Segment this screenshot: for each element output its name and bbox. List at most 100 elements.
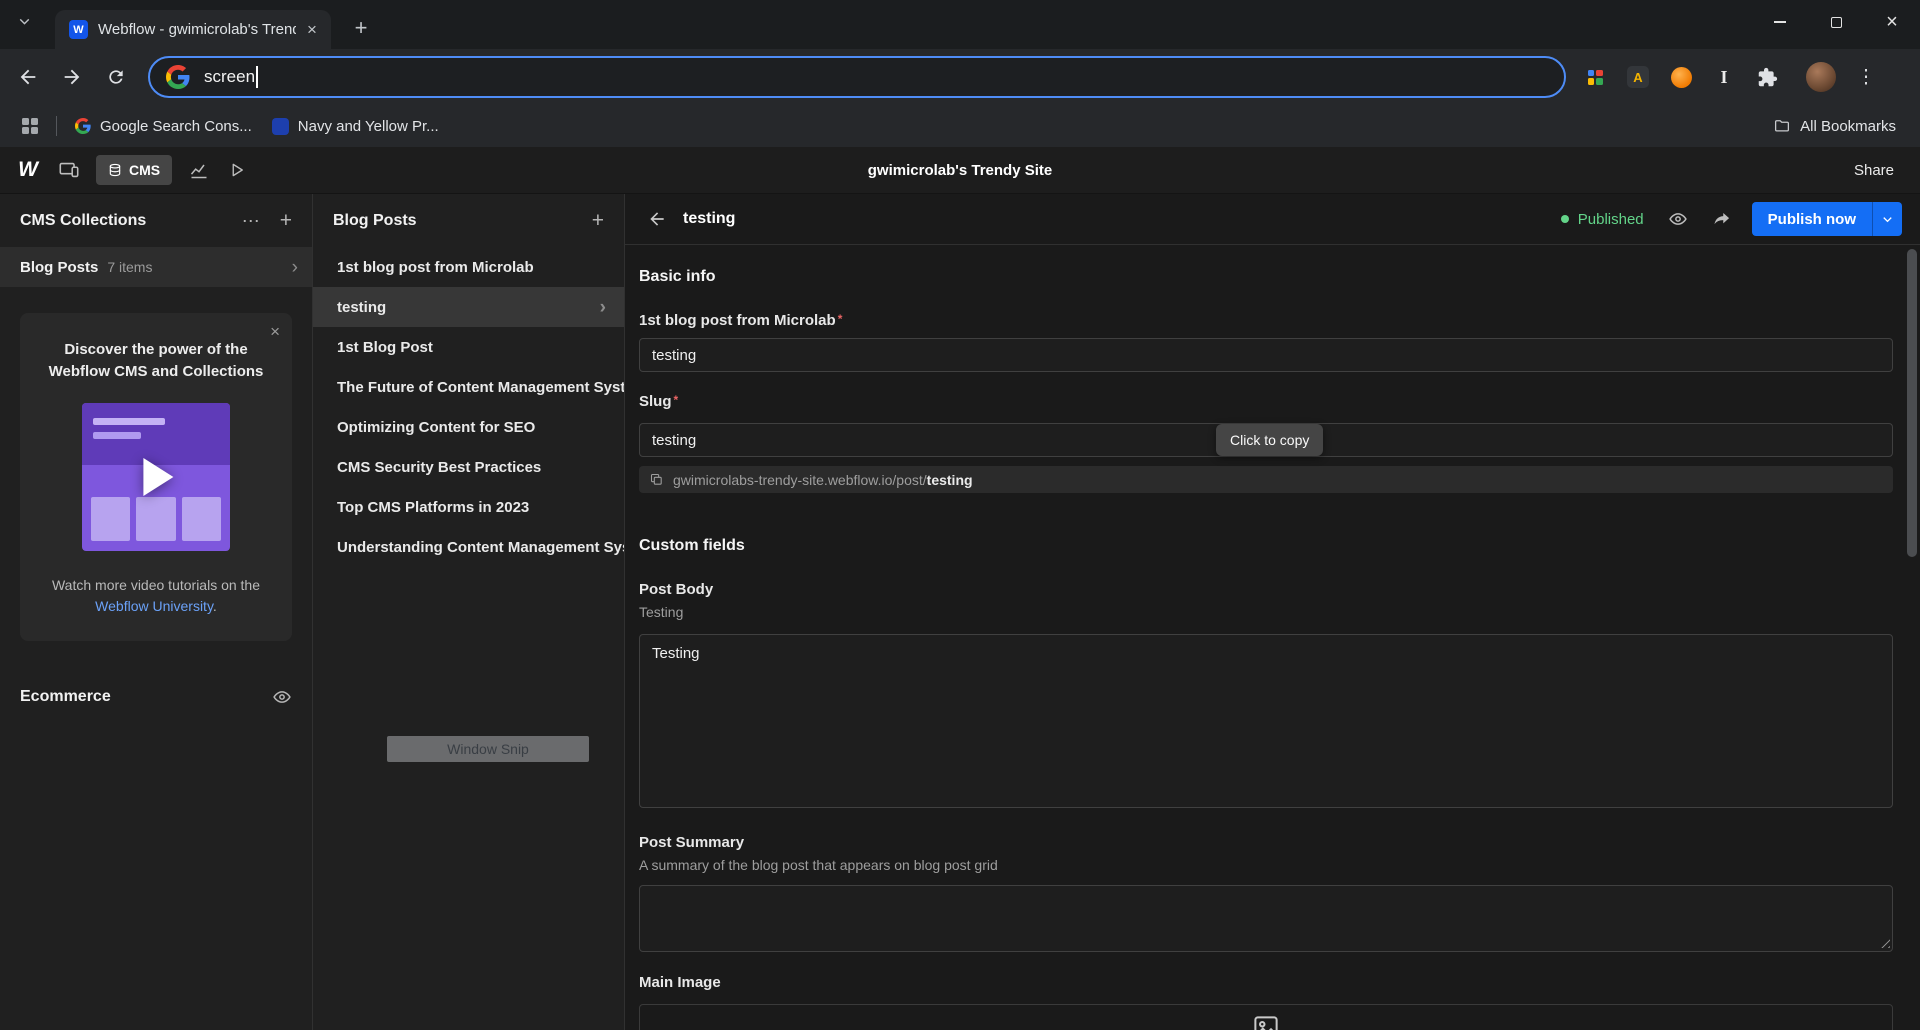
main-image-upload-area[interactable] bbox=[639, 1004, 1893, 1030]
post-list-item[interactable]: The Future of Content Management Syst... bbox=[313, 367, 624, 407]
post-summary-label: Post Summary bbox=[639, 834, 745, 851]
collections-overflow-icon[interactable]: ⋯ bbox=[242, 212, 260, 230]
ecommerce-visibility-toggle[interactable] bbox=[272, 687, 292, 707]
publish-options-button[interactable] bbox=[1872, 202, 1902, 236]
cms-collections-panel: CMS Collections ⋯ + Blog Posts 7 items ›… bbox=[0, 194, 313, 1030]
workspace-grid-extension-icon[interactable] bbox=[1582, 64, 1608, 90]
publish-now-button[interactable]: Publish now bbox=[1751, 202, 1872, 236]
webflow-university-link[interactable]: Webflow University bbox=[95, 598, 213, 614]
post-summary-wrap bbox=[639, 885, 1893, 952]
forward-button[interactable] bbox=[52, 57, 92, 97]
posts-panel-header: Blog Posts + bbox=[313, 194, 624, 247]
post-list-item[interactable]: Understanding Content Management Sys... bbox=[313, 527, 624, 567]
bookmark-google-search-console[interactable]: Google Search Cons... bbox=[65, 111, 262, 141]
workspace: CMS Collections ⋯ + Blog Posts 7 items ›… bbox=[0, 194, 1920, 1030]
preview-item-button[interactable] bbox=[1668, 209, 1688, 229]
post-list-item[interactable]: Top CMS Platforms in 2023 bbox=[313, 487, 624, 527]
play-icon bbox=[232, 163, 244, 177]
tab-close-icon[interactable]: × bbox=[301, 19, 323, 41]
chevron-right-icon: › bbox=[291, 256, 298, 278]
analytics-button[interactable] bbox=[180, 151, 218, 189]
post-list-item[interactable]: CMS Security Best Practices bbox=[313, 447, 624, 487]
post-url-copy-row[interactable]: gwimicrolabs-trendy-site.webflow.io/post… bbox=[639, 466, 1893, 493]
post-body-textarea[interactable]: Testing bbox=[639, 634, 1893, 808]
name-field-input[interactable] bbox=[639, 338, 1893, 372]
add-post-button[interactable]: + bbox=[592, 210, 604, 231]
bookmark-label: Navy and Yellow Pr... bbox=[297, 117, 439, 135]
collection-blog-posts-row[interactable]: Blog Posts 7 items › bbox=[0, 247, 312, 287]
preview-button[interactable] bbox=[218, 151, 256, 189]
browser-tab-strip: W Webflow - gwimicrolab's Trendy × + × bbox=[0, 0, 1920, 49]
i-letter-extension-icon[interactable]: I bbox=[1711, 64, 1737, 90]
editor-scrollbar-thumb[interactable] bbox=[1907, 249, 1917, 557]
name-field-label: 1st blog post from Microlab * bbox=[639, 312, 843, 329]
back-arrow-icon bbox=[650, 212, 664, 226]
webflow-logo[interactable]: W bbox=[6, 158, 50, 182]
editor-item-title: testing bbox=[683, 210, 736, 227]
promo-footer: Watch more video tutorials on the Webflo… bbox=[51, 576, 261, 614]
devices-icon bbox=[59, 162, 79, 178]
post-list-item-selected[interactable]: testing › bbox=[313, 287, 624, 327]
post-summary-textarea[interactable] bbox=[639, 885, 1893, 952]
publish-status: Published bbox=[1560, 211, 1644, 228]
cms-promo-card: × Discover the power of the Webflow CMS … bbox=[20, 313, 292, 641]
minimize-icon bbox=[1774, 21, 1786, 23]
close-icon: × bbox=[1886, 11, 1898, 33]
image-upload-icon bbox=[1254, 1016, 1278, 1030]
ecommerce-label: Ecommerce bbox=[20, 687, 111, 705]
back-arrow-icon bbox=[20, 69, 36, 85]
new-tab-button[interactable]: + bbox=[347, 14, 375, 42]
tab-search-chevron-icon[interactable] bbox=[16, 13, 33, 30]
slug-field-wrap: Click to copy bbox=[639, 423, 1893, 457]
post-url-prefix: gwimicrolabs-trendy-site.webflow.io/post… bbox=[673, 471, 927, 488]
site-title: gwimicrolab's Trendy Site bbox=[867, 161, 1053, 179]
post-list-item[interactable]: 1st Blog Post bbox=[313, 327, 624, 367]
browser-tab[interactable]: W Webflow - gwimicrolab's Trendy × bbox=[55, 10, 331, 49]
collections-panel-header: CMS Collections ⋯ + bbox=[0, 194, 312, 247]
posts-panel-title: Blog Posts bbox=[333, 211, 417, 229]
promo-video-thumbnail[interactable] bbox=[82, 402, 230, 551]
back-button[interactable] bbox=[8, 57, 48, 97]
post-list-item[interactable]: 1st blog post from Microlab bbox=[313, 247, 624, 287]
window-maximize-button[interactable] bbox=[1808, 0, 1864, 44]
orange-circle-extension-icon[interactable] bbox=[1668, 64, 1694, 90]
post-summary-help: A summary of the blog post that appears … bbox=[639, 857, 998, 873]
chevron-right-icon: › bbox=[599, 296, 606, 318]
open-live-page-button[interactable] bbox=[1712, 209, 1732, 229]
copy-icon bbox=[649, 472, 664, 487]
bookmarks-separator bbox=[56, 116, 57, 136]
designer-devices-button[interactable] bbox=[50, 151, 88, 189]
text-caret bbox=[256, 66, 259, 88]
promo-close-icon[interactable]: × bbox=[270, 322, 280, 342]
collections-panel-title: CMS Collections bbox=[20, 211, 147, 229]
cms-mode-button[interactable]: CMS bbox=[96, 155, 173, 185]
side-panel-grid-icon[interactable] bbox=[22, 118, 38, 134]
address-bar[interactable]: screen bbox=[148, 56, 1566, 98]
extensions-puzzle-icon[interactable] bbox=[1754, 64, 1780, 90]
all-bookmarks-button[interactable]: All Bookmarks bbox=[1773, 117, 1906, 135]
window-close-button[interactable]: × bbox=[1864, 0, 1920, 44]
window-minimize-button[interactable] bbox=[1752, 0, 1808, 44]
post-list-item[interactable]: Optimizing Content for SEO bbox=[313, 407, 624, 447]
basic-info-heading: Basic info bbox=[639, 268, 716, 285]
forward-arrow-icon bbox=[64, 69, 80, 85]
bookmark-navy-and-yellow[interactable]: Navy and Yellow Pr... bbox=[262, 111, 449, 141]
add-collection-button[interactable]: + bbox=[280, 210, 292, 231]
eye-icon bbox=[273, 690, 291, 703]
maximize-icon bbox=[1830, 16, 1842, 28]
blog-posts-panel: Blog Posts + 1st blog post from Microlab… bbox=[313, 194, 625, 1030]
browser-menu-kebab-icon[interactable]: ⋮ bbox=[1854, 66, 1878, 89]
google-search-console-favicon bbox=[75, 118, 91, 134]
all-bookmarks-label: All Bookmarks bbox=[1800, 117, 1896, 135]
share-button[interactable]: Share bbox=[1834, 162, 1914, 179]
video-play-icon bbox=[143, 457, 174, 496]
editor-back-button[interactable] bbox=[647, 209, 667, 229]
editor-body: Basic info 1st blog post from Microlab * … bbox=[625, 245, 1920, 1030]
profile-avatar[interactable] bbox=[1806, 62, 1836, 92]
collection-name: Blog Posts bbox=[20, 258, 99, 276]
analytics-chart-icon bbox=[191, 164, 207, 179]
yellow-letter-extension-icon[interactable]: A bbox=[1625, 64, 1651, 90]
reload-button[interactable] bbox=[96, 57, 136, 97]
cms-chip-label: CMS bbox=[129, 162, 161, 178]
navy-favicon bbox=[271, 117, 289, 135]
